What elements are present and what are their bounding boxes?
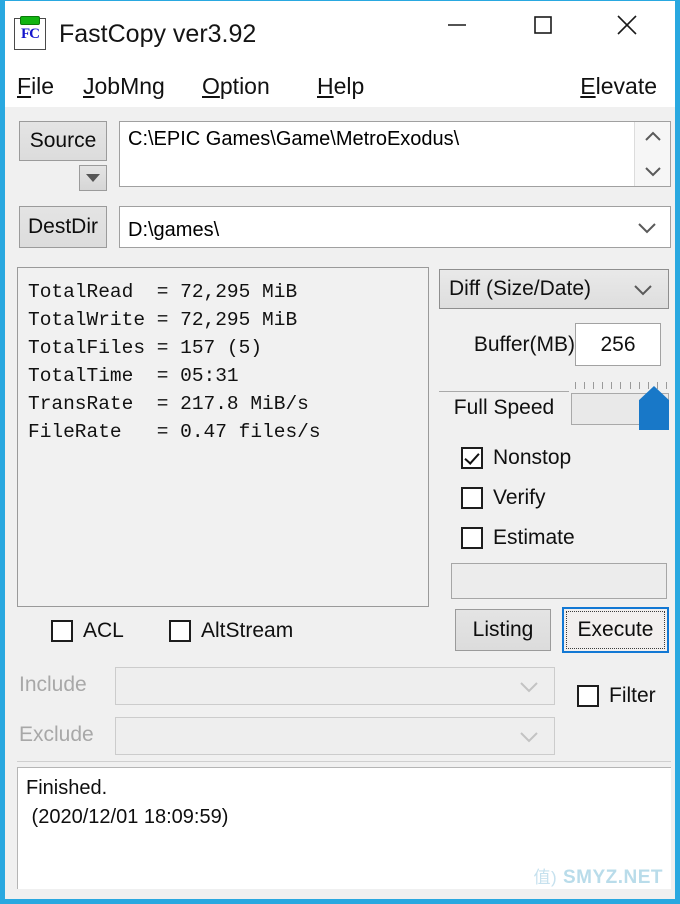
menu-item-elevate-rest: levate xyxy=(595,73,657,99)
fastcopy-clipboard-icon: FC xyxy=(14,16,46,50)
progress-bar xyxy=(451,563,667,599)
minimize-icon xyxy=(448,24,466,26)
watermark-badge: 值) xyxy=(533,868,558,887)
checkbox-filter-label: Filter xyxy=(609,684,656,707)
maximize-icon xyxy=(534,16,552,34)
checkbox-verify[interactable]: Verify xyxy=(461,486,546,510)
listing-button[interactable]: Listing xyxy=(455,609,551,651)
copy-mode-value: Diff (Size/Date) xyxy=(449,277,591,300)
menu-item-option[interactable]: Option xyxy=(202,73,270,100)
minimize-button[interactable] xyxy=(427,1,487,49)
checkbox-altstream-label: AltStream xyxy=(201,619,294,642)
fastcopy-window: FC FastCopy ver3.92 File JobMng Option H… xyxy=(0,0,680,904)
chevron-down-icon[interactable] xyxy=(634,219,660,235)
chevron-down-icon xyxy=(634,285,652,296)
copy-mode-select[interactable]: Diff (Size/Date) xyxy=(439,269,669,309)
maximize-button[interactable] xyxy=(513,1,573,49)
buffer-input[interactable]: 256 xyxy=(575,323,661,366)
checkbox-acl-box[interactable] xyxy=(51,620,73,642)
source-scrollbar[interactable] xyxy=(634,122,670,186)
source-path-value: C:\EPIC Games\Game\MetroExodus\ xyxy=(128,128,460,150)
menu-item-help-rest: elp xyxy=(333,73,365,99)
checkbox-estimate[interactable]: Estimate xyxy=(461,526,575,550)
focus-ring xyxy=(566,611,665,649)
destdir-path-input[interactable]: D:\games\ xyxy=(119,206,671,248)
checkbox-acl[interactable]: ACL xyxy=(51,619,124,643)
checkbox-verify-label: Verify xyxy=(493,486,546,509)
menu-bar: File JobMng Option Help Elevate xyxy=(5,67,675,107)
triangle-down-icon xyxy=(86,174,100,182)
chevron-down-icon[interactable] xyxy=(642,164,664,178)
destdir-button[interactable]: DestDir xyxy=(19,206,107,248)
checkbox-filter[interactable]: Filter xyxy=(577,684,656,708)
checkbox-verify-box[interactable] xyxy=(461,487,483,509)
menu-item-jobmng-rest: obMng xyxy=(94,73,165,99)
exclude-combo xyxy=(115,717,555,755)
divider xyxy=(17,761,671,762)
menu-item-help[interactable]: Help xyxy=(317,73,364,100)
buffer-label: Buffer(MB) xyxy=(473,333,575,356)
include-label: Include xyxy=(19,673,87,696)
destdir-path-value: D:\games\ xyxy=(128,218,220,241)
checkbox-altstream[interactable]: AltStream xyxy=(169,619,293,643)
source-history-dropdown-button[interactable] xyxy=(79,165,107,191)
menu-item-file-rest: ile xyxy=(31,73,55,99)
source-button[interactable]: Source xyxy=(19,121,107,161)
title-bar: FC FastCopy ver3.92 xyxy=(5,1,675,67)
menu-item-option-rest: ption xyxy=(219,73,270,99)
chevron-down-icon xyxy=(520,732,538,743)
close-button[interactable] xyxy=(597,1,657,49)
watermark-text: SMYZ.NET xyxy=(562,867,663,888)
chevron-down-icon xyxy=(520,682,538,693)
clipboard-clip xyxy=(20,16,40,25)
watermark: 值) SMYZ.NET xyxy=(533,863,663,889)
checkbox-estimate-box[interactable] xyxy=(461,527,483,549)
statistics-panel: TotalRead = 72,295 MiB TotalWrite = 72,2… xyxy=(17,267,429,607)
checkbox-nonstop-label: Nonstop xyxy=(493,446,572,469)
menu-item-file[interactable]: File xyxy=(17,73,54,100)
checkbox-nonstop[interactable]: Nonstop xyxy=(461,446,571,470)
chevron-up-icon[interactable] xyxy=(642,130,664,144)
checkbox-estimate-label: Estimate xyxy=(493,526,575,549)
speed-label: Full Speed xyxy=(439,391,569,428)
include-combo xyxy=(115,667,555,705)
execute-button[interactable]: Execute xyxy=(562,607,669,653)
window-title: FastCopy ver3.92 xyxy=(59,19,257,48)
checkbox-nonstop-box[interactable] xyxy=(461,447,483,469)
menu-item-elevate[interactable]: Elevate xyxy=(580,73,657,100)
app-icon-letters: FC xyxy=(21,26,40,42)
source-path-input[interactable]: C:\EPIC Games\Game\MetroExodus\ xyxy=(119,121,671,187)
checkbox-altstream-box[interactable] xyxy=(169,620,191,642)
checkbox-filter-box[interactable] xyxy=(577,685,599,707)
checkbox-acl-label: ACL xyxy=(83,619,124,642)
menu-item-jobmng[interactable]: JobMng xyxy=(83,73,165,100)
close-icon xyxy=(617,15,637,35)
exclude-label: Exclude xyxy=(19,723,94,746)
